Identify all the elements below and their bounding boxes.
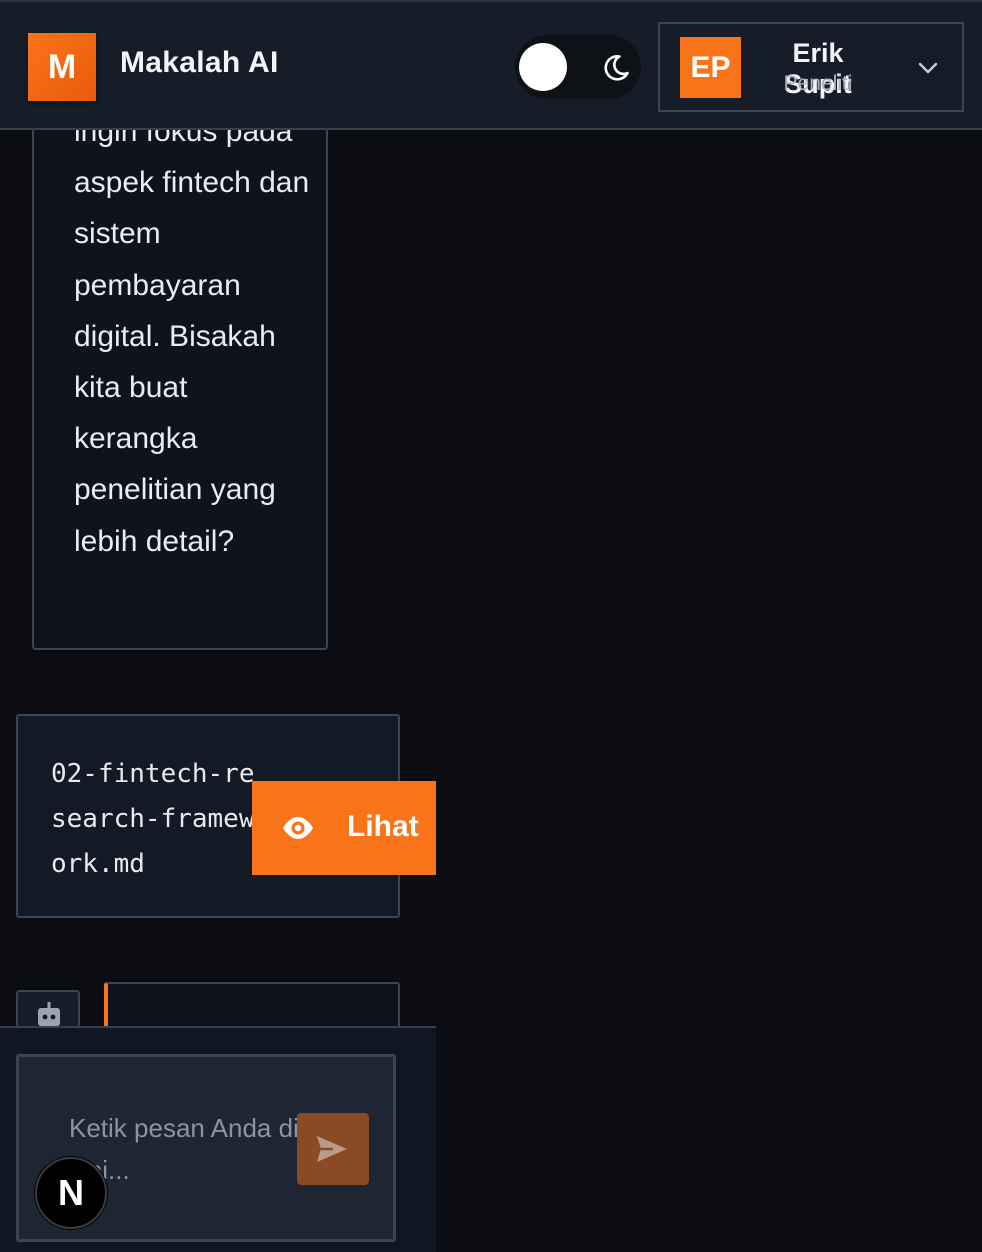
chat-area[interactable]: ingin fokus pada aspek fintech dan siste… <box>0 0 436 1028</box>
moon-icon <box>604 54 629 81</box>
app-title[interactable]: Makalah AI <box>120 46 279 80</box>
user-message-text: ingin fokus pada aspek fintech dan siste… <box>74 115 310 558</box>
view-file-button[interactable]: Lihat <box>252 781 436 875</box>
send-button[interactable] <box>297 1113 369 1185</box>
eye-icon <box>283 817 313 839</box>
avatar: EP <box>680 37 741 98</box>
chevron-down-icon <box>918 62 938 74</box>
file-name: 02-fintech-research-framework.md <box>51 759 255 879</box>
send-icon <box>317 1136 347 1162</box>
dev-tools-badge[interactable]: N <box>35 1157 107 1229</box>
user-menu[interactable]: EP Erik Supit Peneliti <box>658 22 964 112</box>
theme-toggle[interactable] <box>515 35 641 99</box>
view-file-label: Lihat <box>347 810 419 843</box>
user-role: Peneliti <box>783 72 853 95</box>
app-logo[interactable]: M <box>28 33 96 101</box>
user-message-bubble: ingin fokus pada aspek fintech dan siste… <box>32 60 328 650</box>
top-bar: M Makalah AI EP Erik Supit Peneliti <box>0 0 982 130</box>
bot-icon <box>38 1002 60 1026</box>
toggle-knob <box>519 43 567 91</box>
bot-message-bubble <box>104 982 400 1028</box>
bot-avatar <box>16 990 80 1028</box>
